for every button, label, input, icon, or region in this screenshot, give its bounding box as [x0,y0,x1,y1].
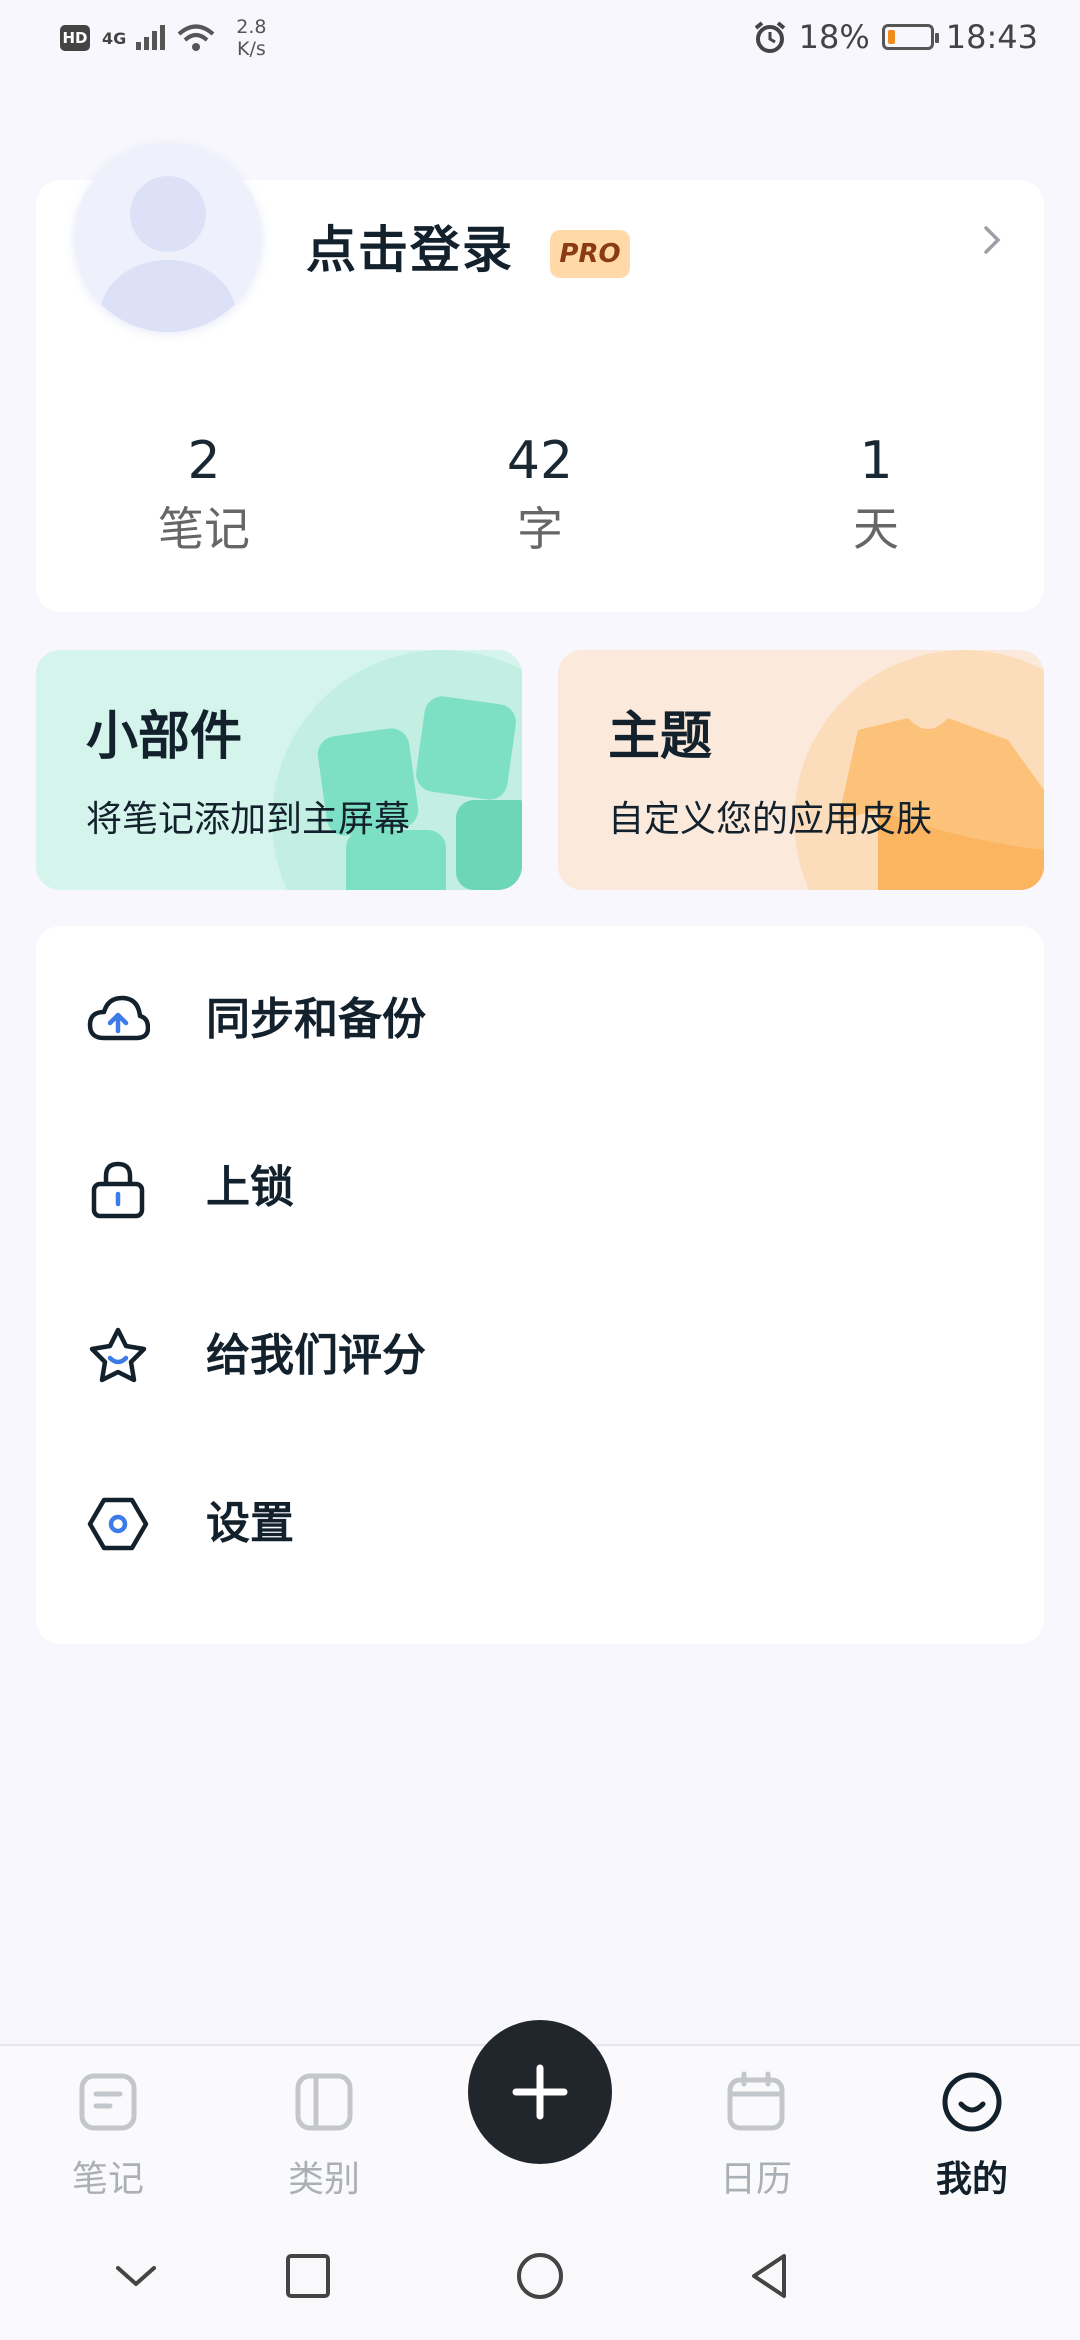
signal-icon [136,25,166,50]
network-speed: 2.8 K/s [236,16,266,60]
settings-hexagon-icon [87,1497,149,1551]
alarm-icon [754,21,785,53]
menu-item-sync-backup[interactable]: 同步和备份 [36,934,1044,1102]
login-link[interactable]: 点击登录 [306,210,514,282]
stat-words-value: 42 [506,431,574,491]
widget-subtitle: 将笔记添加到主屏幕 [86,799,411,840]
stat-words-label: 字 [517,502,563,556]
avatar[interactable] [74,144,262,332]
speed-value: 2.8 [236,16,267,38]
menu-item-lock[interactable]: 上锁 [36,1102,1044,1270]
settings-menu: 同步和备份 上锁 给我们评分 设置 [36,926,1044,1644]
calendar-icon [727,2071,785,2131]
tab-notes-label: 笔记 [71,2159,144,2200]
tab-categories[interactable]: 类别 [254,2070,394,2202]
tab-notes[interactable]: 笔记 [38,2070,178,2202]
stat-notes-value: 2 [187,431,221,491]
smiley-icon [942,2072,1002,2132]
back-triangle-icon[interactable] [744,2250,796,2302]
widget-block [413,694,519,802]
battery-percent: 18% [798,18,870,56]
profile-card[interactable]: 点击登录 PRO 2 笔记 42 字 1 天 [36,144,1044,612]
clock: 18:43 [945,18,1038,56]
widget-tile[interactable]: 小部件 将笔记添加到主屏幕 [36,650,522,890]
wifi-icon [177,24,215,51]
home-circle-icon[interactable] [514,2250,566,2302]
theme-title: 主题 [608,707,713,767]
categories-icon [295,2073,353,2131]
widget-block [456,800,522,890]
stat-words: 42 字 [372,430,708,560]
network-type: 4G [102,28,127,48]
stat-days-value: 1 [859,431,893,491]
hd-indicator: HD [60,25,90,51]
speed-unit: K/s [236,38,266,60]
plus-icon [512,2064,568,2120]
star-icon [89,1327,147,1383]
tab-calendar[interactable]: 日历 [686,2070,826,2202]
recents-square-icon[interactable] [282,2250,334,2302]
lock-icon [91,1161,145,1219]
tab-categories-label: 类别 [287,2159,360,2200]
menu-item-settings-label: 设置 [206,1498,294,1549]
status-bar: HD 4G 2.8 K/s 18% 18:43 [0,0,1080,80]
menu-item-rate-us[interactable]: 给我们评分 [36,1270,1044,1438]
pro-badge: PRO [550,230,630,278]
stat-notes-label: 笔记 [158,502,250,556]
stat-days-label: 天 [853,502,899,556]
stat-days: 1 天 [708,430,1044,560]
system-nav-bar [0,2212,1080,2340]
battery-icon [881,24,939,50]
menu-item-lock-label: 上锁 [206,1162,294,1213]
notes-icon [79,2073,137,2131]
chevron-right-icon[interactable] [974,222,1010,258]
menu-item-sync-backup-label: 同步和备份 [206,994,426,1045]
add-note-button[interactable] [468,2020,612,2164]
theme-subtitle: 自定义您的应用皮肤 [608,799,933,840]
stat-notes: 2 笔记 [36,430,372,560]
stats-row: 2 笔记 42 字 1 天 [36,430,1044,560]
menu-item-rate-us-label: 给我们评分 [206,1330,426,1381]
widget-title: 小部件 [86,707,243,767]
menu-item-settings[interactable]: 设置 [36,1438,1044,1606]
tab-mine[interactable]: 我的 [902,2070,1042,2202]
tab-calendar-label: 日历 [719,2159,792,2200]
tab-mine-label: 我的 [935,2159,1008,2200]
theme-tile[interactable]: 主题 自定义您的应用皮肤 [558,650,1044,890]
chevron-down-icon[interactable] [110,2250,162,2302]
cloud-upload-icon [87,995,150,1041]
